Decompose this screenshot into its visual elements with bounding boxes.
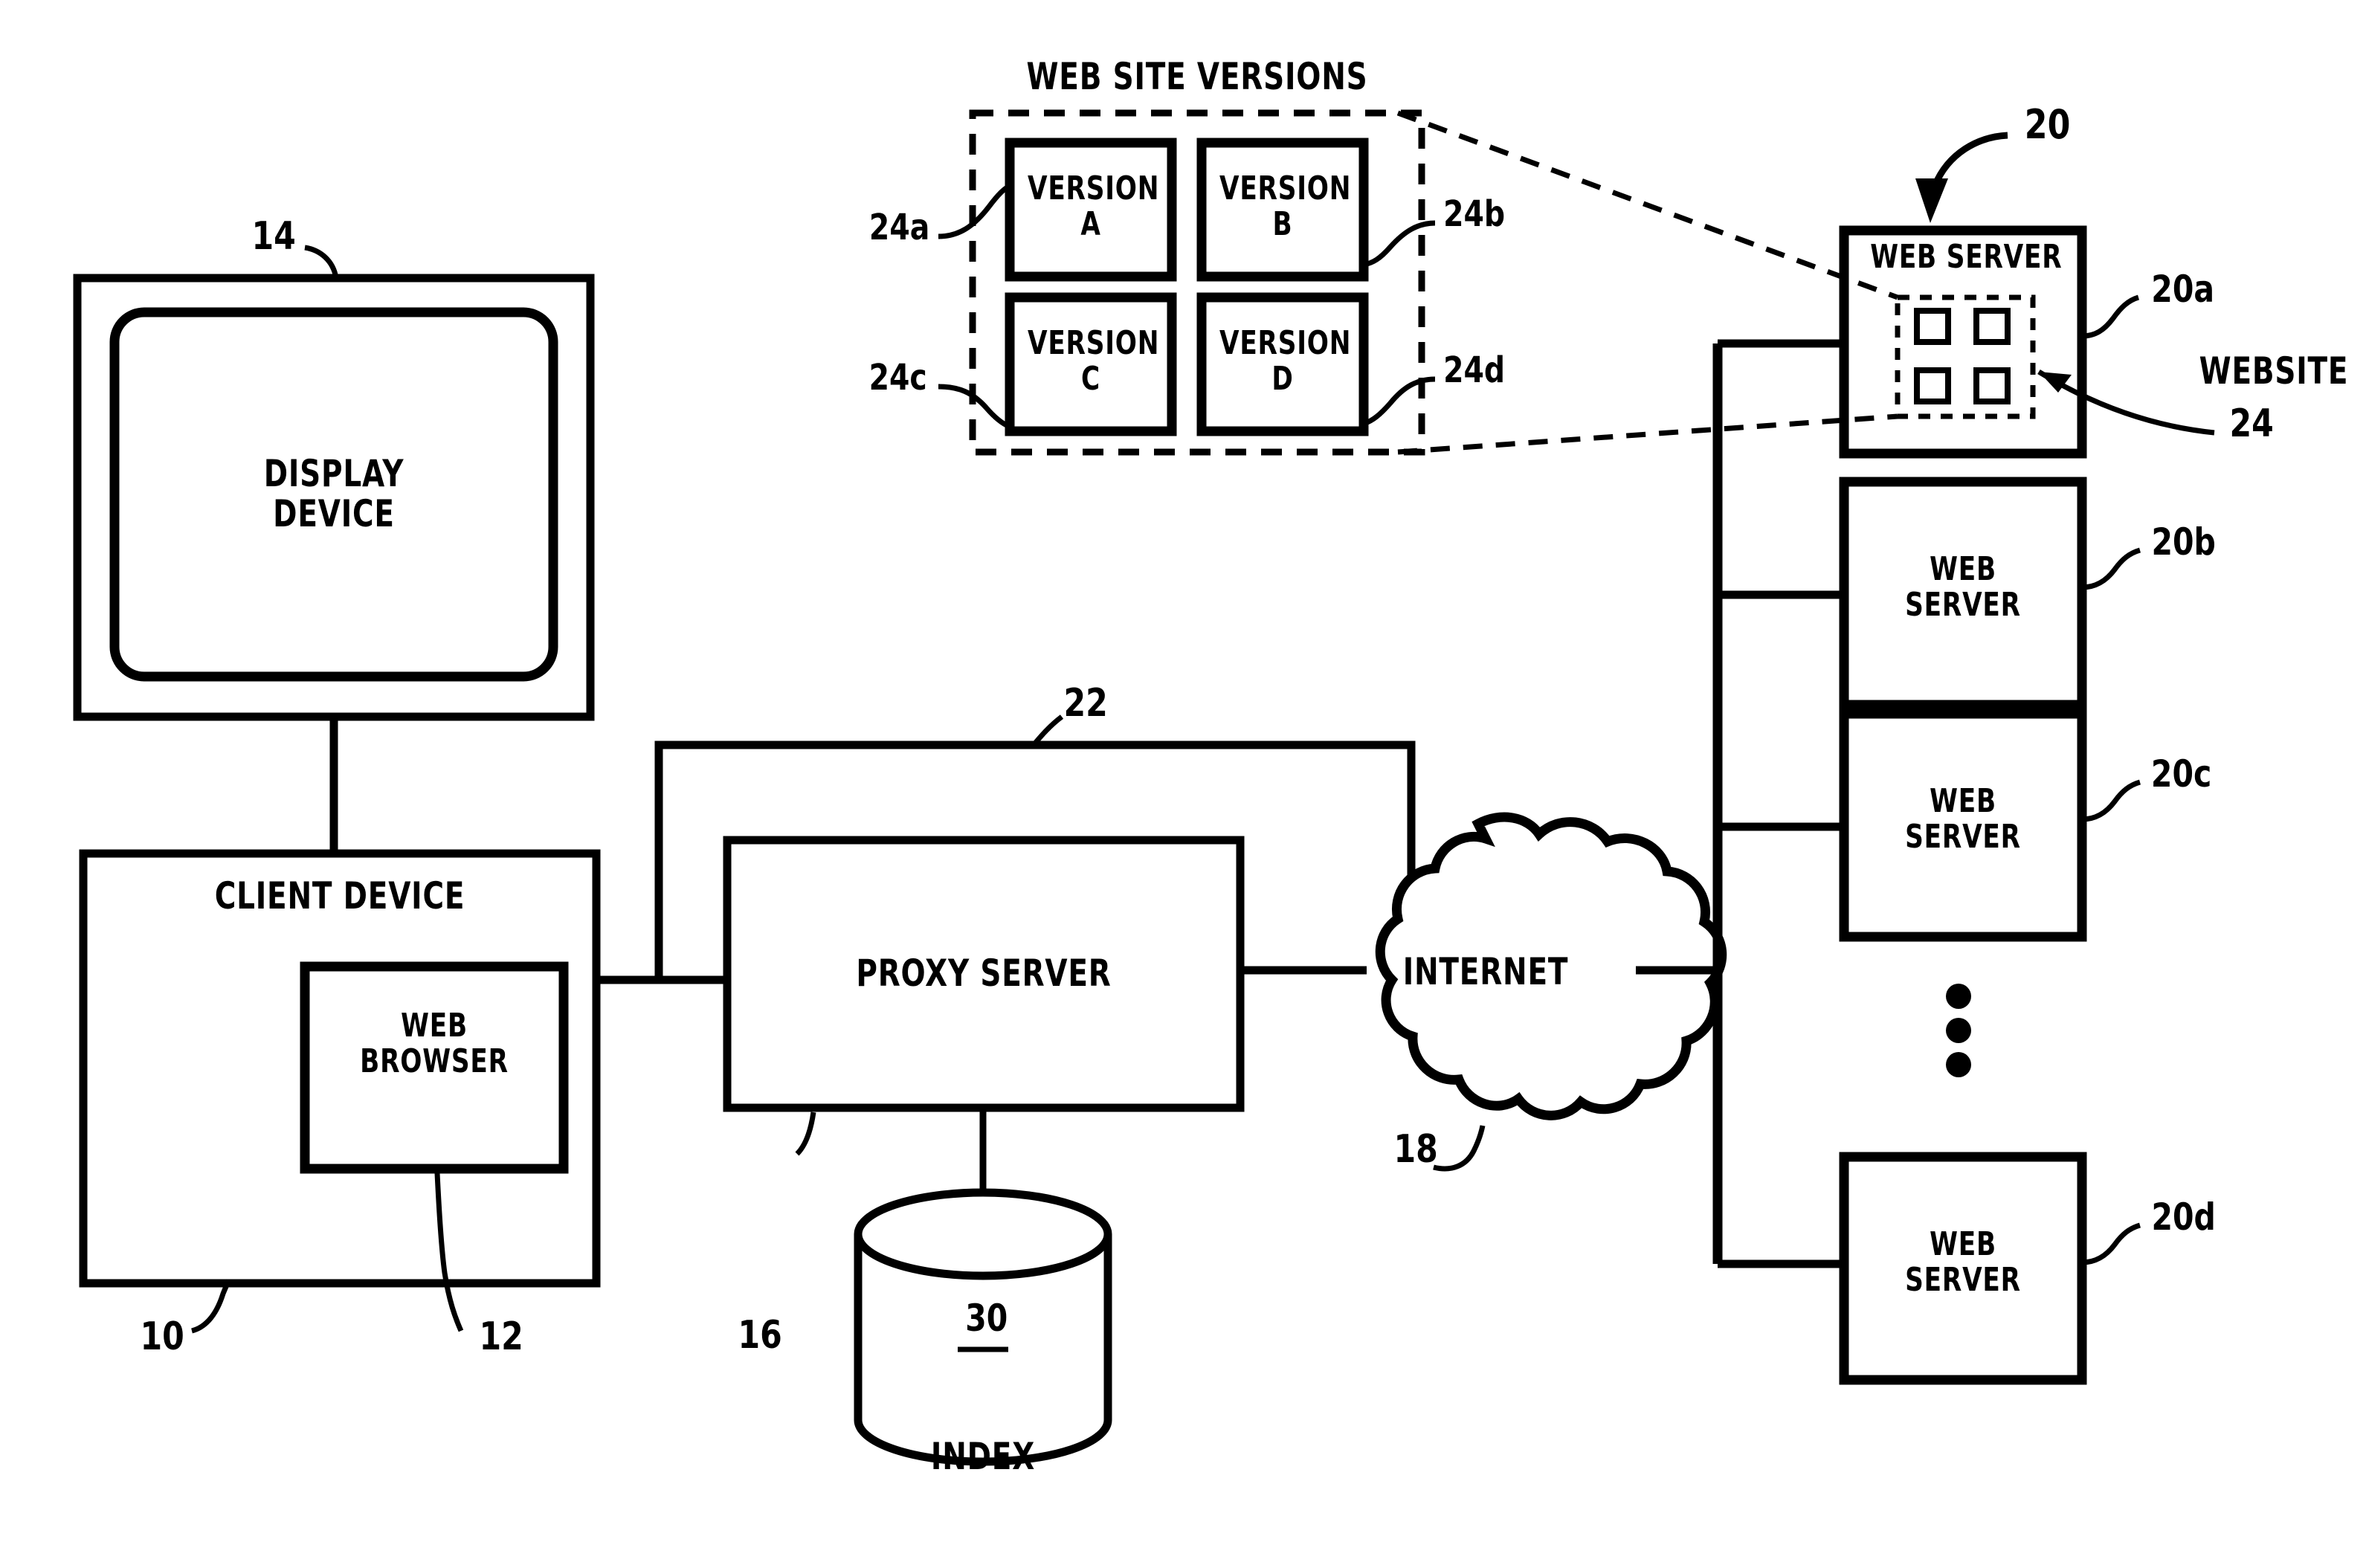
version-c-label: VERSION C xyxy=(1027,324,1160,398)
web-browser-label: WEB BROWSER xyxy=(360,1007,509,1080)
ref-18: 18 xyxy=(1393,1127,1438,1172)
ref-24c: 24c xyxy=(868,357,927,399)
vertical-ellipsis-icon xyxy=(1946,984,1971,1077)
index-label: INDEX xyxy=(930,1435,1036,1478)
ref-14: 14 xyxy=(251,214,296,259)
client-device-shape xyxy=(79,849,601,1334)
proxy-server-label: PROXY SERVER xyxy=(856,952,1112,995)
web-server-b-label: WEB SERVER xyxy=(1905,550,2021,624)
ref-16: 16 xyxy=(738,1313,782,1358)
web-server-c-label: WEB SERVER xyxy=(1905,782,2021,856)
ref-20: 20 xyxy=(2024,101,2071,148)
web-server-d-label: WEB SERVER xyxy=(1905,1225,2021,1299)
ref-20a: 20a xyxy=(2151,268,2215,311)
website-callout-label: WEBSITE xyxy=(2199,349,2349,393)
display-device-label: DISPLAY DEVICE xyxy=(263,452,404,535)
proxy-server-shape xyxy=(723,836,1245,1156)
web-site-versions-title: WEB SITE VERSIONS xyxy=(1026,55,1368,98)
patent-figure-canvas: WEB SITE VERSIONS VERSION A VERSION B VE… xyxy=(0,0,2366,1568)
web-server-a-label: WEB SERVER xyxy=(1870,238,2063,276)
ref-24: 24 xyxy=(2229,401,2274,446)
version-d-label: VERSION D xyxy=(1219,324,1352,398)
ref-20b: 20b xyxy=(2151,520,2216,564)
ref-10: 10 xyxy=(140,1314,184,1359)
ref-22: 22 xyxy=(1063,681,1108,726)
version-b-label: VERSION B xyxy=(1219,170,1352,243)
internet-label: INTERNET xyxy=(1402,950,1569,993)
ref-20-arrow xyxy=(1915,132,2008,223)
server-bus xyxy=(1712,339,1844,1268)
ref-24d: 24d xyxy=(1443,349,1506,391)
client-device-label: CLIENT DEVICE xyxy=(214,874,465,917)
ref-20d: 20d xyxy=(2151,1196,2216,1239)
ref-24a: 24a xyxy=(868,207,930,248)
ref-24b: 24b xyxy=(1443,193,1506,235)
ref-12: 12 xyxy=(479,1314,523,1359)
ref-20c: 20c xyxy=(2150,752,2212,796)
ref-30: 30 xyxy=(965,1297,1008,1340)
version-boxes-shape xyxy=(938,138,1436,436)
version-a-label: VERSION A xyxy=(1027,170,1160,243)
